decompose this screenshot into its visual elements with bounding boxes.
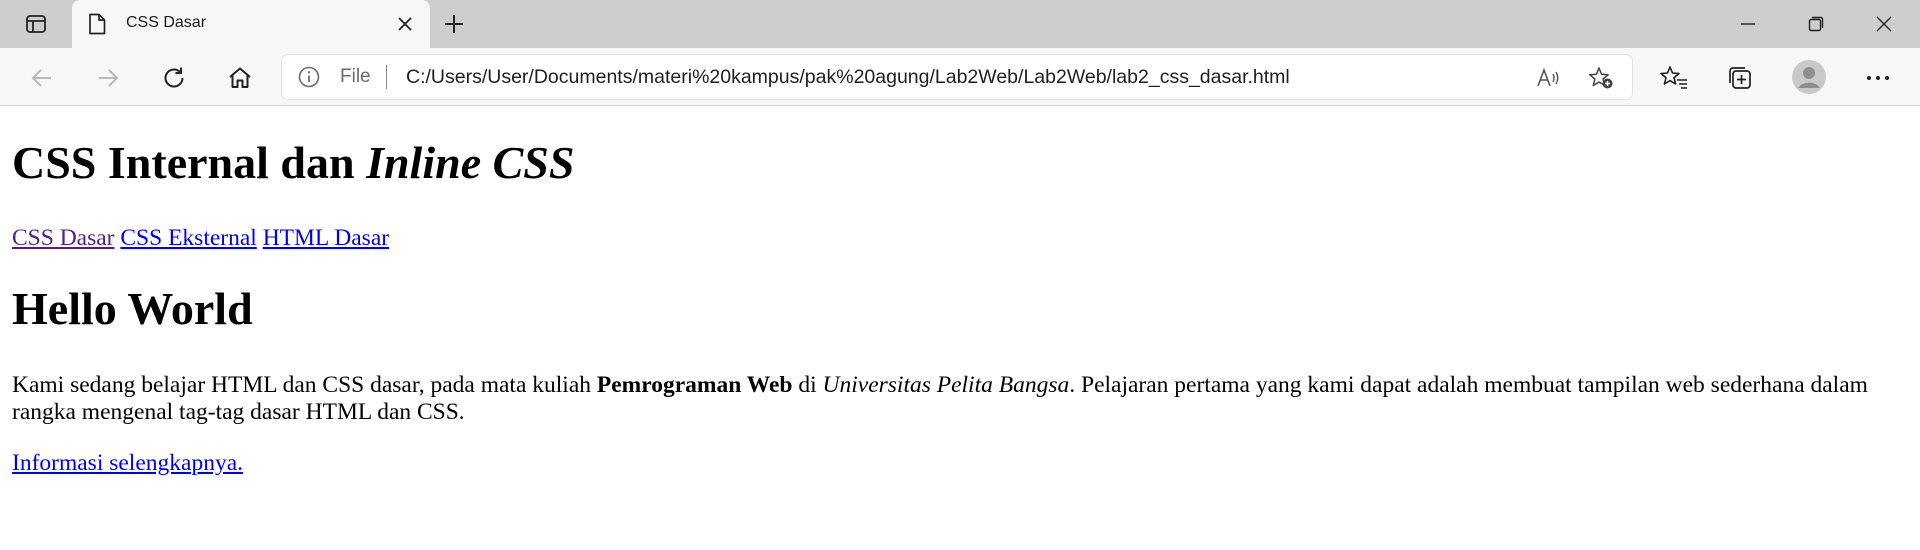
browser-toolbar: File C:/Users/User/Documents/materi%20ka… xyxy=(0,48,1920,106)
tab-strip: CSS Dasar xyxy=(0,0,1920,48)
address-bar[interactable]: File C:/Users/User/Documents/materi%20ka… xyxy=(282,55,1632,99)
home-icon[interactable] xyxy=(224,62,256,94)
tab-actions-icon[interactable] xyxy=(14,9,58,39)
page-title-text: CSS Internal dan xyxy=(12,137,367,188)
profile-icon[interactable] xyxy=(1792,60,1826,94)
close-window-icon[interactable] xyxy=(1870,10,1898,38)
close-icon[interactable] xyxy=(394,13,416,35)
forward-icon[interactable] xyxy=(92,62,124,94)
page-title-italic: Inline CSS xyxy=(366,137,575,188)
url-text[interactable]: C:/Users/User/Documents/materi%20kampus/… xyxy=(406,66,1290,89)
nav-links: CSS Dasar CSS Eksternal HTML Dasar xyxy=(12,225,389,252)
tab-title: CSS Dasar xyxy=(126,14,207,31)
collections-icon[interactable] xyxy=(1724,62,1756,94)
back-icon[interactable] xyxy=(26,62,58,94)
nav-link-css-dasar[interactable]: CSS Dasar xyxy=(12,225,115,251)
favorites-icon[interactable] xyxy=(1658,62,1690,94)
read-aloud-icon[interactable] xyxy=(1536,66,1562,90)
page-icon xyxy=(86,13,108,35)
paragraph-bold: Pemrograman Web xyxy=(596,372,793,398)
minimize-icon[interactable] xyxy=(1734,10,1762,38)
restore-icon[interactable] xyxy=(1802,10,1830,38)
nav-link-css-eksternal[interactable]: CSS Eksternal xyxy=(120,225,256,251)
more-info: Informasi selengkapnya. xyxy=(12,450,243,477)
address-separator xyxy=(386,65,387,89)
paragraph-text-1: Kami sedang belajar HTML dan CSS dasar, … xyxy=(12,372,597,398)
nav-link-html-dasar[interactable]: HTML Dasar xyxy=(263,225,389,251)
paragraph-text-2: di xyxy=(792,372,823,398)
intro-paragraph: Kami sedang belajar HTML dan CSS dasar, … xyxy=(12,372,1912,426)
plus-icon[interactable] xyxy=(442,12,466,36)
page-title: CSS Internal dan Inline CSS xyxy=(12,140,574,186)
section-heading: Hello World xyxy=(12,283,253,334)
scheme-label: File xyxy=(340,66,371,87)
refresh-icon[interactable] xyxy=(158,62,190,94)
add-favorite-icon[interactable] xyxy=(1588,66,1614,90)
more-info-link[interactable]: Informasi selengkapnya. xyxy=(12,450,243,476)
info-icon[interactable] xyxy=(298,66,320,88)
browser-tab[interactable]: CSS Dasar xyxy=(72,0,430,48)
paragraph-italic: Universitas Pelita Bangsa xyxy=(822,372,1070,398)
more-icon[interactable] xyxy=(1862,62,1894,94)
